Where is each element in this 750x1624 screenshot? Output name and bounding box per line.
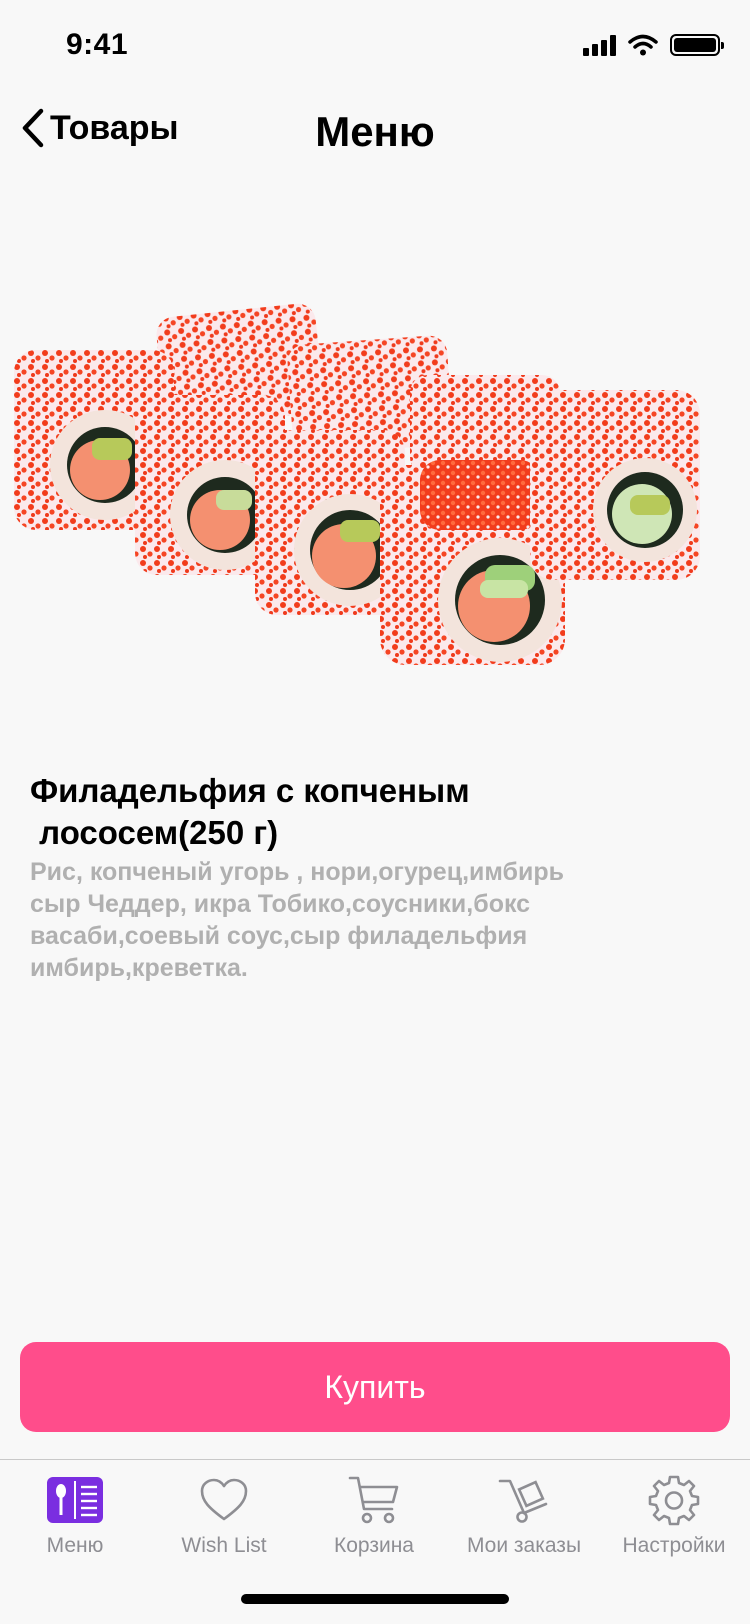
tab-cart[interactable]: Корзина bbox=[299, 1472, 449, 1558]
status-time: 9:41 bbox=[66, 28, 129, 61]
description-line: имбирь,креветка. bbox=[30, 954, 248, 982]
status-icons bbox=[583, 34, 724, 56]
tab-label-menu: Меню bbox=[46, 1534, 104, 1557]
status-bar: 9:41 bbox=[0, 0, 750, 90]
signal-icon bbox=[583, 34, 616, 56]
tab-label-cart: Корзина bbox=[334, 1534, 414, 1557]
tab-settings[interactable]: Настройки bbox=[599, 1472, 749, 1558]
chevron-left-icon bbox=[22, 108, 44, 148]
home-indicator bbox=[241, 1594, 509, 1604]
back-label: Товары bbox=[50, 108, 179, 147]
description-line: сыр Чеддер, икра Тобико,соусники,бокс bbox=[30, 890, 531, 918]
product-name-line-1: Филадельфия с копченым bbox=[30, 772, 470, 809]
sushi-rolls bbox=[14, 303, 700, 665]
menu-book-icon bbox=[47, 1477, 103, 1523]
product-name: Филадельфия с копченым лососем(250 г) bbox=[30, 770, 680, 854]
tab-label-settings: Настройки bbox=[622, 1534, 726, 1557]
hand-truck-icon bbox=[498, 1479, 548, 1523]
product-name-line-2: лососем(250 г) bbox=[30, 814, 279, 851]
tab-label-my-orders: Мои заказы bbox=[466, 1534, 582, 1557]
back-button[interactable]: Товары bbox=[20, 108, 179, 148]
heart-icon bbox=[200, 1478, 248, 1521]
description-line: Рис, копченый угорь , нори,огурец,имбирь bbox=[30, 858, 564, 886]
cart-icon bbox=[348, 1476, 399, 1524]
tab-menu[interactable]: Меню bbox=[0, 1472, 150, 1558]
tab-my-orders[interactable]: Мои заказы bbox=[449, 1472, 599, 1558]
navigation-bar: Меню Товары bbox=[0, 98, 750, 174]
battery-icon bbox=[670, 34, 724, 56]
description-line: васаби,соевый соус,сыр филадельфия bbox=[30, 922, 528, 950]
wifi-icon bbox=[628, 34, 658, 56]
product-image bbox=[14, 303, 700, 665]
tab-label-wish-list: Wish List bbox=[181, 1534, 267, 1557]
tab-wish-list[interactable]: Wish List bbox=[149, 1472, 299, 1558]
product-description: Рис, копченый угорь , нори,огурец,имбирь… bbox=[30, 856, 630, 984]
gear-icon bbox=[648, 1475, 700, 1526]
buy-button[interactable]: Купить bbox=[20, 1342, 730, 1432]
